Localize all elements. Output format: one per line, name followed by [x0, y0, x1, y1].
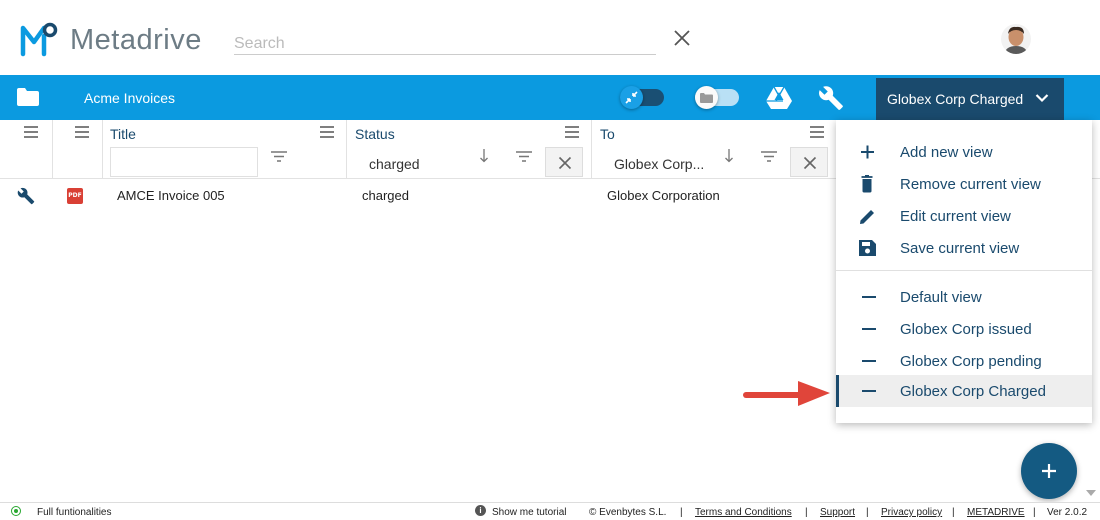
footer-separator: |: [680, 507, 683, 518]
trash-icon: [861, 175, 873, 193]
filter-icon[interactable]: [761, 151, 777, 162]
close-icon: [803, 156, 817, 170]
metadrive-link[interactable]: METADRIVE: [967, 507, 1025, 518]
column-header-status[interactable]: Status: [355, 126, 395, 142]
google-drive-icon[interactable]: [766, 85, 792, 109]
wrench-icon[interactable]: [17, 187, 35, 205]
red-arrow-icon: [743, 381, 830, 406]
dash-icon: [862, 296, 876, 298]
column-menu-icon[interactable]: [24, 126, 38, 138]
current-view-label: Globex Corp Charged: [887, 91, 1024, 107]
column-menu-icon[interactable]: [75, 126, 89, 138]
status-text: Full funtionalities: [37, 507, 112, 518]
wrench-icon[interactable]: [818, 85, 844, 111]
menu-divider: [836, 270, 1092, 271]
filter-icon[interactable]: [516, 151, 532, 162]
table-row[interactable]: AMCE Invoice 005 charged Globex Corporat…: [0, 180, 836, 210]
menu-item-label: Add new view: [900, 144, 993, 161]
user-avatar[interactable]: [1001, 24, 1031, 54]
dash-icon: [862, 390, 876, 392]
folder-icon: [700, 93, 713, 103]
save-current-view-item[interactable]: Save current view: [836, 232, 1092, 264]
status-filter-input[interactable]: charged: [347, 148, 497, 178]
dash-icon: [862, 360, 876, 362]
menu-item-label: Globex Corp issued: [900, 321, 1032, 338]
info-icon[interactable]: i: [475, 505, 486, 516]
add-document-button[interactable]: [1021, 443, 1077, 499]
title-filter-input[interactable]: [110, 147, 258, 177]
app-footer: Full funtionalities i Show me tutorial ©…: [0, 502, 1100, 520]
plus-icon: [861, 145, 874, 159]
view-item-globex-issued[interactable]: Globex Corp issued: [836, 313, 1092, 345]
copyright-text: © Evenbytes S.L.: [589, 507, 667, 518]
row-title[interactable]: AMCE Invoice 005: [117, 188, 225, 203]
save-icon: [859, 240, 876, 256]
menu-item-label: Globex Corp pending: [900, 353, 1042, 370]
compress-arrows-icon: [625, 91, 638, 104]
view-item-default[interactable]: Default view: [836, 281, 1092, 313]
folder-title: Acme Invoices: [84, 90, 176, 106]
sort-down-icon[interactable]: [479, 149, 489, 163]
tutorial-link[interactable]: Show me tutorial: [492, 507, 566, 518]
privacy-link[interactable]: Privacy policy: [881, 507, 942, 518]
menu-item-label: Globex Corp Charged: [900, 383, 1046, 400]
pdf-file-icon: PDF: [67, 188, 83, 204]
row-recipient: Globex Corporation: [607, 188, 720, 203]
compact-view-toggle[interactable]: [620, 86, 664, 109]
column-menu-icon[interactable]: [810, 126, 824, 138]
chevron-down-icon: [1035, 94, 1049, 103]
column-header-title[interactable]: Title: [110, 126, 136, 142]
folders-toggle[interactable]: [695, 86, 739, 109]
footer-separator: |: [866, 507, 869, 518]
pencil-icon: [860, 210, 874, 224]
footer-separator: |: [1033, 507, 1036, 518]
add-new-view-item[interactable]: Add new view: [836, 136, 1092, 168]
version-text: Ver 2.0.2: [1047, 507, 1088, 518]
folder-icon[interactable]: [17, 88, 39, 106]
views-dropdown-menu: Add new view Remove current view Edit cu…: [836, 120, 1092, 423]
column-menu-icon[interactable]: [320, 126, 334, 138]
column-header-to[interactable]: To: [600, 126, 615, 142]
view-item-globex-charged[interactable]: Globex Corp Charged: [836, 375, 1092, 407]
current-view-selector[interactable]: Globex Corp Charged: [876, 78, 1064, 120]
close-icon: [558, 156, 572, 170]
support-link[interactable]: Support: [820, 507, 855, 518]
menu-item-label: Edit current view: [900, 208, 1011, 225]
app-header: Metadrive: [0, 0, 1100, 75]
clear-filter-button[interactable]: [545, 147, 583, 177]
metadrive-logo-icon: [20, 22, 58, 57]
edit-current-view-item[interactable]: Edit current view: [836, 200, 1092, 232]
clear-filter-button[interactable]: [790, 147, 828, 177]
footer-separator: |: [952, 507, 955, 518]
search-input[interactable]: [234, 33, 656, 55]
view-item-globex-pending[interactable]: Globex Corp pending: [836, 345, 1092, 377]
column-menu-icon[interactable]: [565, 126, 579, 138]
footer-separator: |: [805, 507, 808, 518]
remove-current-view-item[interactable]: Remove current view: [836, 168, 1092, 200]
sort-down-icon[interactable]: [724, 149, 734, 163]
menu-item-label: Default view: [900, 289, 982, 306]
dash-icon: [862, 328, 876, 330]
menu-item-label: Remove current view: [900, 176, 1041, 193]
app-brand-name: Metadrive: [70, 24, 202, 56]
folder-toolbar: Acme Invoices Globex Corp Charged: [0, 75, 1100, 120]
status-indicator-icon: [11, 506, 21, 516]
terms-link[interactable]: Terms and Conditions: [695, 507, 792, 518]
close-icon[interactable]: [672, 28, 692, 48]
menu-item-label: Save current view: [900, 240, 1020, 257]
filter-icon[interactable]: [271, 151, 287, 162]
plus-icon: [1042, 464, 1056, 478]
to-filter-input[interactable]: Globex Corp...: [592, 148, 722, 178]
scroll-down-arrow-icon[interactable]: [1084, 487, 1098, 499]
row-status: charged: [362, 188, 409, 203]
